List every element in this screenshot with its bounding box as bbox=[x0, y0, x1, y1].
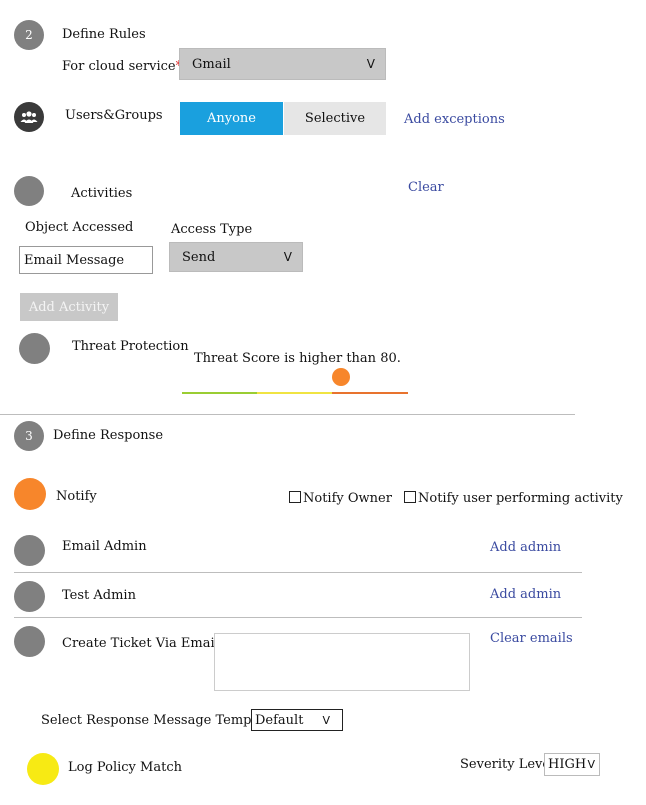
add-exceptions-link[interactable]: Add exceptions bbox=[404, 112, 505, 127]
access-type-select[interactable]: Send V bbox=[169, 242, 303, 272]
slider-track-high bbox=[332, 392, 408, 394]
activities-circle bbox=[14, 176, 44, 206]
notify-user-checkbox[interactable] bbox=[404, 491, 416, 503]
severity-label: Severity Level bbox=[460, 757, 555, 772]
anyone-button-label: Anyone bbox=[207, 111, 256, 126]
anyone-button[interactable]: Anyone bbox=[180, 102, 283, 135]
template-value: Default bbox=[255, 712, 304, 728]
email-admin-circle bbox=[14, 535, 45, 566]
notify-circle bbox=[14, 478, 46, 510]
add-activity-label: Add Activity bbox=[28, 299, 110, 315]
clear-link[interactable]: Clear bbox=[408, 180, 444, 195]
chevron-down-icon: V bbox=[322, 713, 330, 727]
create-ticket-circle bbox=[14, 626, 45, 657]
notify-owner-checkbox[interactable] bbox=[289, 491, 301, 503]
severity-select[interactable]: HIGH V bbox=[544, 753, 600, 776]
chevron-down-icon: V bbox=[283, 250, 292, 264]
template-label: Select Response Message Template bbox=[41, 713, 277, 728]
access-type-value: Send bbox=[182, 249, 216, 265]
slider-track-low bbox=[182, 392, 257, 394]
clear-emails-link[interactable]: Clear emails bbox=[490, 631, 573, 646]
log-policy-label: Log Policy Match bbox=[68, 760, 182, 775]
threat-score-slider[interactable] bbox=[182, 368, 408, 396]
notify-user-option[interactable]: Notify user performing activity bbox=[404, 491, 623, 506]
threat-protection-label: Threat Protection bbox=[72, 339, 189, 354]
template-select[interactable]: Default V bbox=[251, 709, 343, 731]
add-admin-link-email[interactable]: Add admin bbox=[490, 540, 561, 555]
access-type-label: Access Type bbox=[171, 222, 253, 237]
define-rules-title: Define Rules bbox=[62, 27, 146, 42]
step-3-badge: 3 bbox=[14, 421, 44, 451]
define-response-title: Define Response bbox=[53, 428, 164, 443]
users-groups-label: Users&Groups bbox=[65, 108, 163, 123]
create-ticket-label: Create Ticket Via Email bbox=[62, 636, 219, 651]
cloud-service-label-text: For cloud service bbox=[62, 59, 176, 74]
selective-button[interactable]: Selective bbox=[284, 102, 386, 135]
cloud-service-label: For cloud service* bbox=[62, 59, 182, 74]
row-divider-1 bbox=[14, 572, 582, 573]
object-accessed-input[interactable]: Email Message bbox=[19, 246, 153, 274]
notify-owner-option[interactable]: Notify Owner bbox=[289, 491, 392, 506]
section-divider bbox=[0, 414, 575, 415]
threat-score-text: Threat Score is higher than 80. bbox=[194, 351, 401, 366]
users-icon-glyph bbox=[20, 111, 38, 123]
slider-thumb[interactable] bbox=[332, 368, 350, 386]
notify-user-label: Notify user performing activity bbox=[418, 491, 623, 506]
test-admin-label: Test Admin bbox=[62, 588, 136, 603]
activities-label: Activities bbox=[71, 186, 133, 201]
add-activity-button[interactable]: Add Activity bbox=[20, 293, 118, 321]
test-admin-circle bbox=[14, 581, 45, 612]
object-accessed-label: Object Accessed bbox=[25, 220, 134, 235]
notify-owner-label: Notify Owner bbox=[303, 491, 392, 506]
cloud-service-select[interactable]: Gmail V bbox=[179, 48, 386, 80]
chevron-down-icon: V bbox=[366, 57, 375, 71]
log-policy-circle bbox=[27, 753, 59, 785]
slider-track-mid bbox=[257, 392, 332, 394]
users-group-icon bbox=[14, 102, 44, 132]
notify-label: Notify bbox=[56, 489, 97, 504]
threat-protection-circle bbox=[19, 333, 50, 364]
severity-value: HIGH bbox=[548, 757, 587, 772]
ticket-email-textarea[interactable] bbox=[214, 633, 470, 691]
email-admin-label: Email Admin bbox=[62, 539, 147, 554]
object-accessed-value: Email Message bbox=[24, 252, 125, 268]
selective-button-label: Selective bbox=[304, 111, 366, 126]
row-divider-2 bbox=[14, 617, 582, 618]
step-2-badge: 2 bbox=[14, 20, 44, 50]
add-admin-link-test[interactable]: Add admin bbox=[490, 587, 561, 602]
chevron-down-icon: V bbox=[587, 758, 595, 771]
cloud-service-value: Gmail bbox=[192, 56, 231, 72]
